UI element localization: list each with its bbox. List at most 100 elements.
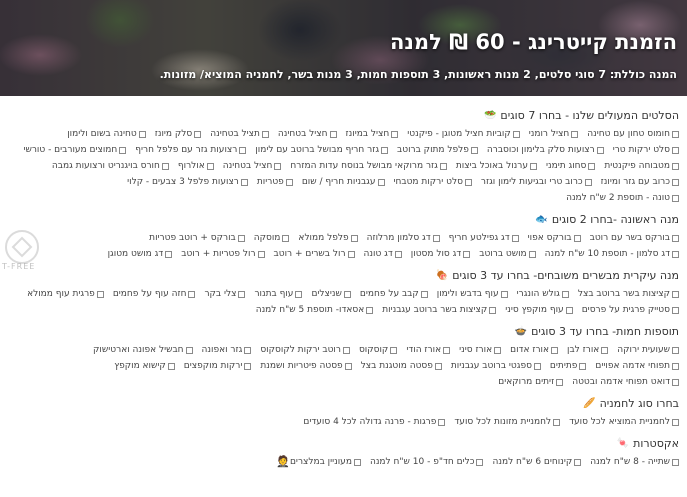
option-item[interactable]: כרוב עם גזר ומיונז (601, 174, 679, 190)
option-checkbox[interactable] (533, 362, 541, 370)
option-item[interactable]: חציל בטחינה (278, 126, 337, 142)
option-item[interactable]: חזה עוף על פחמים (113, 286, 196, 302)
option-checkbox[interactable] (672, 306, 679, 314)
option-item[interactable]: תציל בטחינה (210, 126, 269, 142)
option-checkbox[interactable] (438, 418, 446, 426)
option-checkbox[interactable] (194, 130, 202, 138)
option-checkbox[interactable] (295, 290, 303, 298)
option-item[interactable]: קציצות בשר ברוטב בצל (578, 286, 679, 302)
option-checkbox[interactable] (377, 178, 385, 186)
option-item[interactable]: סטייק פרגית על פרסים (582, 302, 679, 318)
option-item[interactable]: אורז הודי (406, 342, 451, 358)
option-checkbox[interactable] (528, 250, 536, 258)
option-checkbox[interactable] (470, 146, 478, 154)
option-checkbox[interactable] (238, 290, 246, 298)
option-item[interactable]: אורז לבן (567, 342, 609, 358)
option-checkbox[interactable] (529, 162, 537, 170)
option-item[interactable]: סלט ירקות טרי (613, 142, 679, 158)
option-item[interactable]: מוסקה (254, 230, 290, 246)
option-item[interactable]: סלט ירקות מטבחי (394, 174, 472, 190)
option-checkbox[interactable] (672, 162, 679, 170)
option-item[interactable]: כרוב טרי ובגיעות לימון וגזר (481, 174, 592, 190)
option-item[interactable]: עוף מוקפץ סיני (505, 302, 573, 318)
option-item[interactable]: רול בשרים + רוטב (274, 246, 355, 262)
option-checkbox[interactable] (432, 234, 440, 242)
option-checkbox[interactable] (584, 178, 592, 186)
option-checkbox[interactable] (285, 178, 293, 186)
option-checkbox[interactable] (420, 290, 428, 298)
option-item[interactable]: רצועות גזר עם פלפל חריף (135, 142, 247, 158)
option-checkbox[interactable] (161, 162, 169, 170)
option-item[interactable]: פלפל ממולא (298, 230, 358, 246)
option-checkbox[interactable] (244, 346, 252, 354)
option-checkbox[interactable] (391, 130, 399, 138)
option-checkbox[interactable] (261, 130, 269, 138)
option-item[interactable]: טונה - תוספת 2 ש"ח למנה (566, 190, 679, 206)
option-checkbox[interactable] (672, 362, 679, 370)
option-checkbox[interactable] (344, 362, 352, 370)
option-checkbox[interactable] (672, 178, 679, 186)
option-item[interactable]: דואט תפוחי אדמה ובטטה (572, 374, 679, 390)
option-checkbox[interactable] (574, 458, 582, 466)
option-item[interactable]: טחינה בשום ולימון (67, 126, 146, 142)
option-item[interactable]: אסאדו- תוספת 5 ש"ח למנה (256, 302, 374, 318)
option-checkbox[interactable] (390, 346, 398, 354)
option-checkbox[interactable] (353, 458, 361, 466)
option-checkbox[interactable] (571, 130, 579, 138)
option-item[interactable]: רוטב ירקות לקוסקוס (260, 342, 350, 358)
option-item[interactable]: בורקס בשר עם רוטב (590, 230, 679, 246)
option-item[interactable]: דג גפילטע חריף (449, 230, 519, 246)
option-checkbox[interactable] (672, 458, 679, 466)
option-item[interactable]: מעוניין במלצרים 🤵 (272, 454, 361, 470)
option-item[interactable]: לחמניית המוציא לכל סועד (569, 414, 679, 430)
option-item[interactable]: מושט ברוטב (479, 246, 536, 262)
option-checkbox[interactable] (239, 146, 247, 154)
option-item[interactable]: גולש הונגרי (517, 286, 569, 302)
option-item[interactable]: קינוחים 6 ש"ח למנה (492, 454, 582, 470)
option-checkbox[interactable] (188, 290, 196, 298)
option-checkbox[interactable] (672, 418, 679, 426)
option-item[interactable]: עגבניות חריף / שום (302, 174, 385, 190)
option-checkbox[interactable] (443, 346, 451, 354)
option-item[interactable]: אולרוף (178, 158, 214, 174)
option-checkbox[interactable] (672, 250, 679, 258)
option-item[interactable]: פתיתים (550, 358, 587, 374)
option-checkbox[interactable] (672, 346, 679, 354)
option-checkbox[interactable] (237, 234, 245, 242)
option-item[interactable]: גזר מרוקאי מבושל בנוסח עדות המזרח (290, 158, 447, 174)
option-item[interactable]: עוף בתנור (254, 286, 303, 302)
option-item[interactable]: עוף בדבש ולימון (437, 286, 508, 302)
option-item[interactable]: דג טונה (364, 246, 402, 262)
option-checkbox[interactable] (573, 234, 581, 242)
option-item[interactable]: פסטה מוטגנת בצל (361, 358, 442, 374)
option-item[interactable]: חבשיל אפונה וארטישוק (93, 342, 193, 358)
option-checkbox[interactable] (672, 234, 679, 242)
option-item[interactable]: קוסקוס (359, 342, 398, 358)
option-item[interactable]: שניצלים (311, 286, 351, 302)
option-item[interactable]: כלים חד"פ - 10 ש"ח למנה (370, 454, 484, 470)
option-checkbox[interactable] (240, 178, 248, 186)
option-checkbox[interactable] (138, 130, 146, 138)
option-checkbox[interactable] (165, 250, 173, 258)
option-checkbox[interactable] (596, 146, 604, 154)
option-checkbox[interactable] (434, 362, 442, 370)
option-checkbox[interactable] (439, 162, 447, 170)
option-item[interactable]: חציל בטחינה (223, 158, 282, 174)
option-checkbox[interactable] (511, 234, 519, 242)
option-checkbox[interactable] (347, 250, 355, 258)
option-item[interactable]: סלק מיונז (155, 126, 202, 142)
option-item[interactable]: פרגית עוף ממולא (27, 286, 104, 302)
option-checkbox[interactable] (556, 378, 564, 386)
option-checkbox[interactable] (672, 146, 679, 154)
option-item[interactable]: פרגות - פרנה גדולה לכל 4 סועדים (303, 414, 446, 430)
option-item[interactable]: שתייה - 8 ש"ח למנה (590, 454, 679, 470)
option-checkbox[interactable] (167, 362, 175, 370)
option-item[interactable]: לחמניית מזונות לכל סועד (454, 414, 561, 430)
option-checkbox[interactable] (282, 234, 290, 242)
option-item[interactable]: אורז אדום (510, 342, 558, 358)
option-checkbox[interactable] (551, 346, 558, 354)
option-item[interactable]: גזר ואפונה (202, 342, 252, 358)
option-checkbox[interactable] (672, 194, 679, 202)
option-item[interactable]: בורקס + רוטב פטריות (149, 230, 245, 246)
option-checkbox[interactable] (512, 130, 520, 138)
